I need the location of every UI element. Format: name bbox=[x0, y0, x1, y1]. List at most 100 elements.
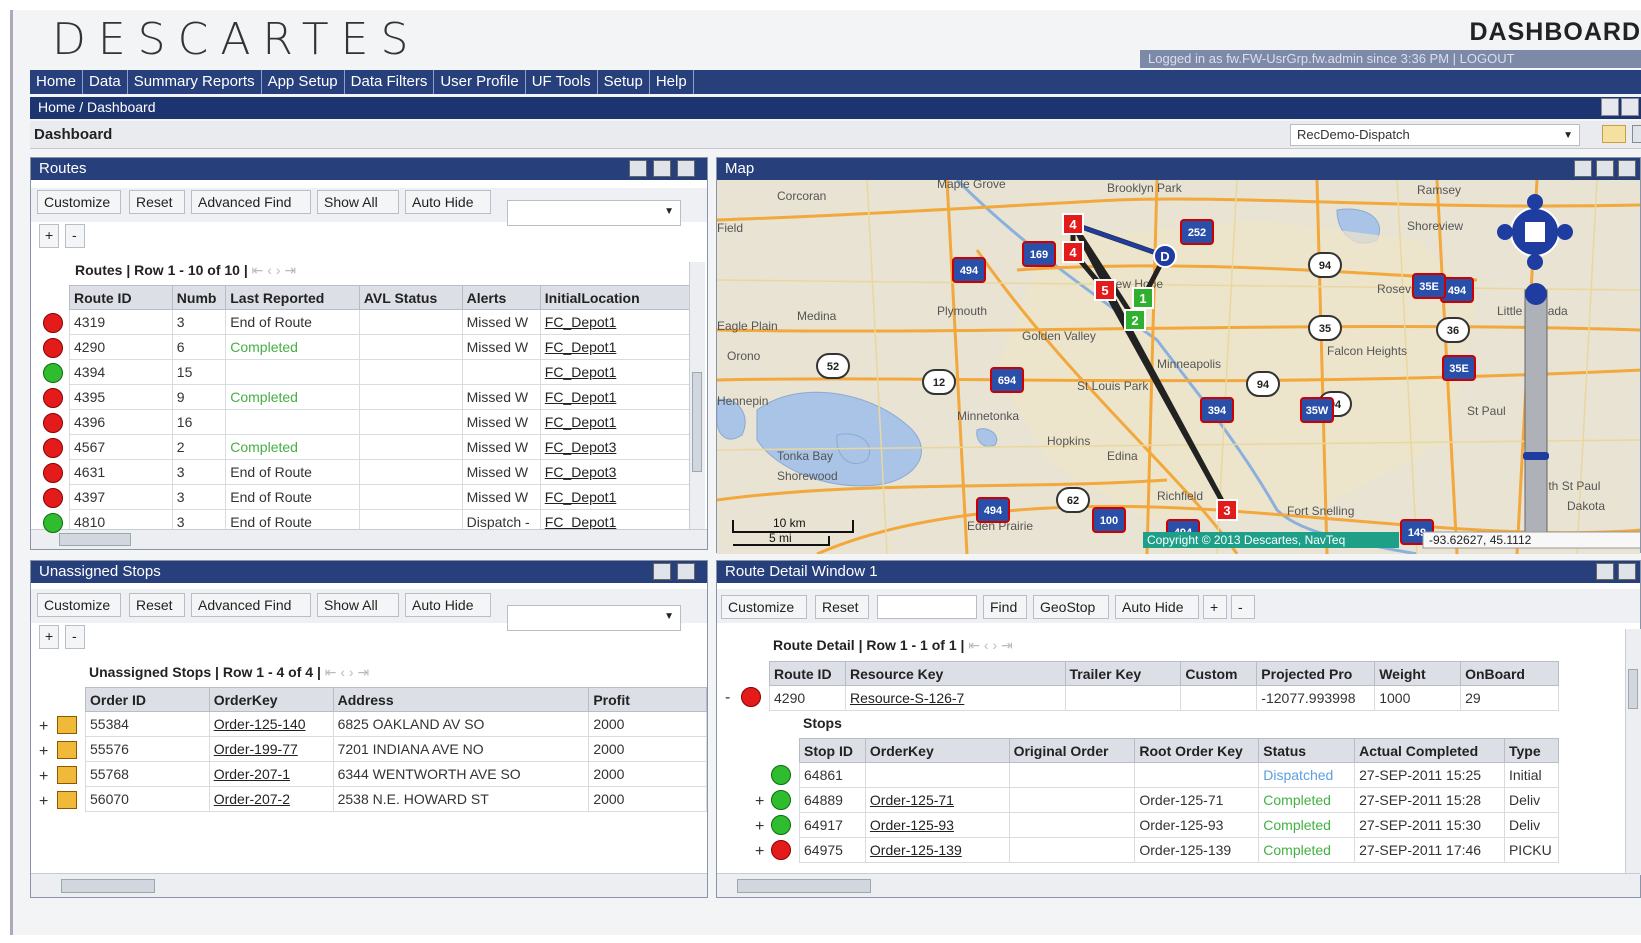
column-header[interactable]: InitialLocation bbox=[539, 285, 696, 310]
geostop-button[interactable]: GeoStop bbox=[1033, 595, 1109, 619]
routes-hscroll[interactable] bbox=[31, 529, 707, 549]
cell-text[interactable]: FC_Depot3 bbox=[545, 439, 617, 455]
filter-icon[interactable] bbox=[1574, 160, 1592, 177]
advanced-find-button[interactable]: Advanced Find bbox=[191, 593, 311, 617]
table-row[interactable]: 4290 Resource-S-126-7 -12077.993998 1000 29 bbox=[769, 685, 1559, 711]
cell-text[interactable]: FC_Depot1 bbox=[545, 414, 617, 430]
route-stop-marker[interactable]: D bbox=[1153, 244, 1177, 268]
column-header[interactable]: Status bbox=[1258, 738, 1356, 763]
advanced-find-button[interactable]: Advanced Find bbox=[191, 190, 311, 214]
user-login-bar[interactable]: Logged in as fw.FW-UsrGrp.fw.admin since… bbox=[1140, 50, 1641, 68]
cell-text[interactable]: FC_Depot3 bbox=[545, 464, 617, 480]
reset-button[interactable]: Reset bbox=[129, 190, 185, 214]
menu-item-data-filters[interactable]: Data Filters bbox=[345, 70, 435, 94]
expand-row-icon[interactable]: + bbox=[39, 793, 48, 811]
cell-text[interactable]: FC_Depot1 bbox=[545, 514, 617, 530]
map-canvas[interactable]: Maple Grove Brooklyn Park Corcoran Ramsey Sh… bbox=[717, 180, 1640, 554]
column-header[interactable]: Route ID bbox=[69, 285, 173, 310]
column-header[interactable]: Root Order Key bbox=[1134, 738, 1260, 763]
cell-text[interactable]: Order-125-93 bbox=[870, 817, 954, 833]
expand-all-button[interactable]: + bbox=[39, 224, 59, 248]
maximize-icon[interactable] bbox=[677, 563, 695, 580]
column-header[interactable]: Type bbox=[1503, 738, 1560, 763]
column-header[interactable]: Custom bbox=[1180, 661, 1258, 686]
zoom-thumb[interactable] bbox=[1523, 452, 1549, 460]
table-row[interactable]: 55384 Order-125-140 6825 OAKLAND AV SO 2000 bbox=[85, 711, 707, 737]
table-row[interactable]: 55768 Order-207-1 6344 WENTWORTH AVE SO 200… bbox=[85, 761, 707, 787]
show-all-button[interactable]: Show All bbox=[317, 190, 399, 214]
cell-text[interactable]: Order-207-1 bbox=[214, 766, 290, 782]
column-header[interactable]: Actual Completed bbox=[1354, 738, 1505, 763]
cell-text[interactable]: Order-207-2 bbox=[214, 791, 290, 807]
restore-icon[interactable] bbox=[653, 160, 671, 177]
cell-text[interactable]: FC_Depot1 bbox=[545, 339, 617, 355]
collapse-all-button[interactable]: - bbox=[1231, 595, 1255, 619]
table-row[interactable]: 55576 Order-199-77 7201 INDIANA AVE NO 2000 bbox=[85, 736, 707, 762]
column-header[interactable]: AVL Status bbox=[358, 285, 463, 310]
menu-item-user-profile[interactable]: User Profile bbox=[434, 70, 526, 94]
restore-icon[interactable] bbox=[653, 563, 671, 580]
save-icon[interactable] bbox=[1632, 125, 1641, 143]
table-row[interactable]: 4290 6 Completed Missed W FC_Depot1 bbox=[69, 334, 696, 360]
menu-item-home[interactable]: Home bbox=[30, 70, 84, 94]
table-row[interactable]: 4567 2 Completed Missed W FC_Depot3 bbox=[69, 434, 696, 460]
column-header[interactable]: OrderKey bbox=[208, 687, 334, 712]
map-svg[interactable]: Maple Grove Brooklyn Park Corcoran Ramsey Sh… bbox=[717, 180, 1640, 554]
cell-text[interactable]: FC_Depot1 bbox=[545, 314, 617, 330]
expand-row-icon[interactable]: + bbox=[755, 793, 764, 811]
maximize-icon[interactable] bbox=[1618, 160, 1636, 177]
expand-row-icon[interactable]: + bbox=[755, 818, 764, 836]
route-stop-marker[interactable]: 1 bbox=[1132, 287, 1154, 309]
help-icon[interactable] bbox=[1601, 98, 1619, 116]
table-row[interactable]: 64917 Order-125-93 Order-125-93 Completed 27… bbox=[799, 812, 1560, 838]
maximize-icon[interactable] bbox=[1618, 563, 1636, 580]
show-all-button[interactable]: Show All bbox=[317, 593, 399, 617]
column-header[interactable]: Address bbox=[332, 687, 590, 712]
customize-button[interactable]: Customize bbox=[37, 190, 121, 214]
restore-icon[interactable] bbox=[1596, 563, 1614, 580]
table-row[interactable]: 4396 16 Missed W FC_Depot1 bbox=[69, 409, 696, 435]
cell-text[interactable]: FC_Depot1 bbox=[545, 489, 617, 505]
restore-icon[interactable] bbox=[1596, 160, 1614, 177]
collapse-row-icon[interactable]: - bbox=[725, 689, 730, 707]
menu-item-app-setup[interactable]: App Setup bbox=[262, 70, 345, 94]
column-header[interactable]: Route ID bbox=[769, 661, 846, 686]
routes-vscroll[interactable] bbox=[689, 262, 705, 530]
column-header[interactable]: Profit bbox=[588, 687, 707, 712]
menu-item-setup[interactable]: Setup bbox=[598, 70, 650, 94]
table-row[interactable]: 4397 3 End of Route Missed W FC_Depot1 bbox=[69, 484, 696, 510]
table-row[interactable]: 64889 Order-125-71 Order-125-71 Completed 27… bbox=[799, 787, 1560, 813]
table-row[interactable]: 4319 3 End of Route Missed W FC_Depot1 bbox=[69, 309, 696, 335]
column-header[interactable]: Trailer Key bbox=[1064, 661, 1182, 686]
folder-icon[interactable] bbox=[1602, 125, 1626, 143]
expand-row-icon[interactable]: + bbox=[39, 718, 48, 736]
route-stop-marker[interactable]: 3 bbox=[1216, 499, 1238, 521]
auto-hide-button[interactable]: Auto Hide bbox=[405, 190, 491, 214]
zoom-in-icon[interactable] bbox=[1525, 283, 1547, 305]
menu-item-summary-reports[interactable]: Summary Reports bbox=[128, 70, 262, 94]
column-header[interactable]: OnBoard bbox=[1460, 661, 1559, 686]
collapse-all-button[interactable]: - bbox=[65, 625, 85, 649]
cell-text[interactable]: Order-199-77 bbox=[214, 741, 298, 757]
route-stop-marker[interactable]: 2 bbox=[1124, 309, 1146, 331]
column-header[interactable]: Weight bbox=[1374, 661, 1462, 686]
column-header[interactable]: Alerts bbox=[461, 285, 541, 310]
auto-hide-button[interactable]: Auto Hide bbox=[405, 593, 491, 617]
reset-button[interactable]: Reset bbox=[815, 595, 869, 619]
route-detail-hscroll[interactable] bbox=[717, 873, 1640, 897]
cell-text[interactable]: Order-125-71 bbox=[870, 792, 954, 808]
column-header[interactable]: Resource Key bbox=[844, 661, 1066, 686]
expand-row-icon[interactable]: + bbox=[39, 743, 48, 761]
filter-icon[interactable] bbox=[629, 160, 647, 177]
cell-text[interactable]: Order-125-140 bbox=[214, 716, 306, 732]
route-stop-marker[interactable]: 4 bbox=[1062, 241, 1084, 263]
column-header[interactable]: Original Order bbox=[1008, 738, 1136, 763]
column-header[interactable]: Order ID bbox=[85, 687, 210, 712]
find-input[interactable] bbox=[877, 595, 977, 619]
column-header[interactable]: Numb bbox=[171, 285, 227, 310]
expand-row-icon[interactable]: + bbox=[755, 843, 764, 861]
table-row[interactable]: 56070 Order-207-2 2538 N.E. HOWARD ST 2000 bbox=[85, 786, 707, 812]
cell-text[interactable]: Order-125-139 bbox=[870, 842, 962, 858]
column-header[interactable]: Projected Pro bbox=[1256, 661, 1376, 686]
menu-item-uf-tools[interactable]: UF Tools bbox=[526, 70, 598, 94]
